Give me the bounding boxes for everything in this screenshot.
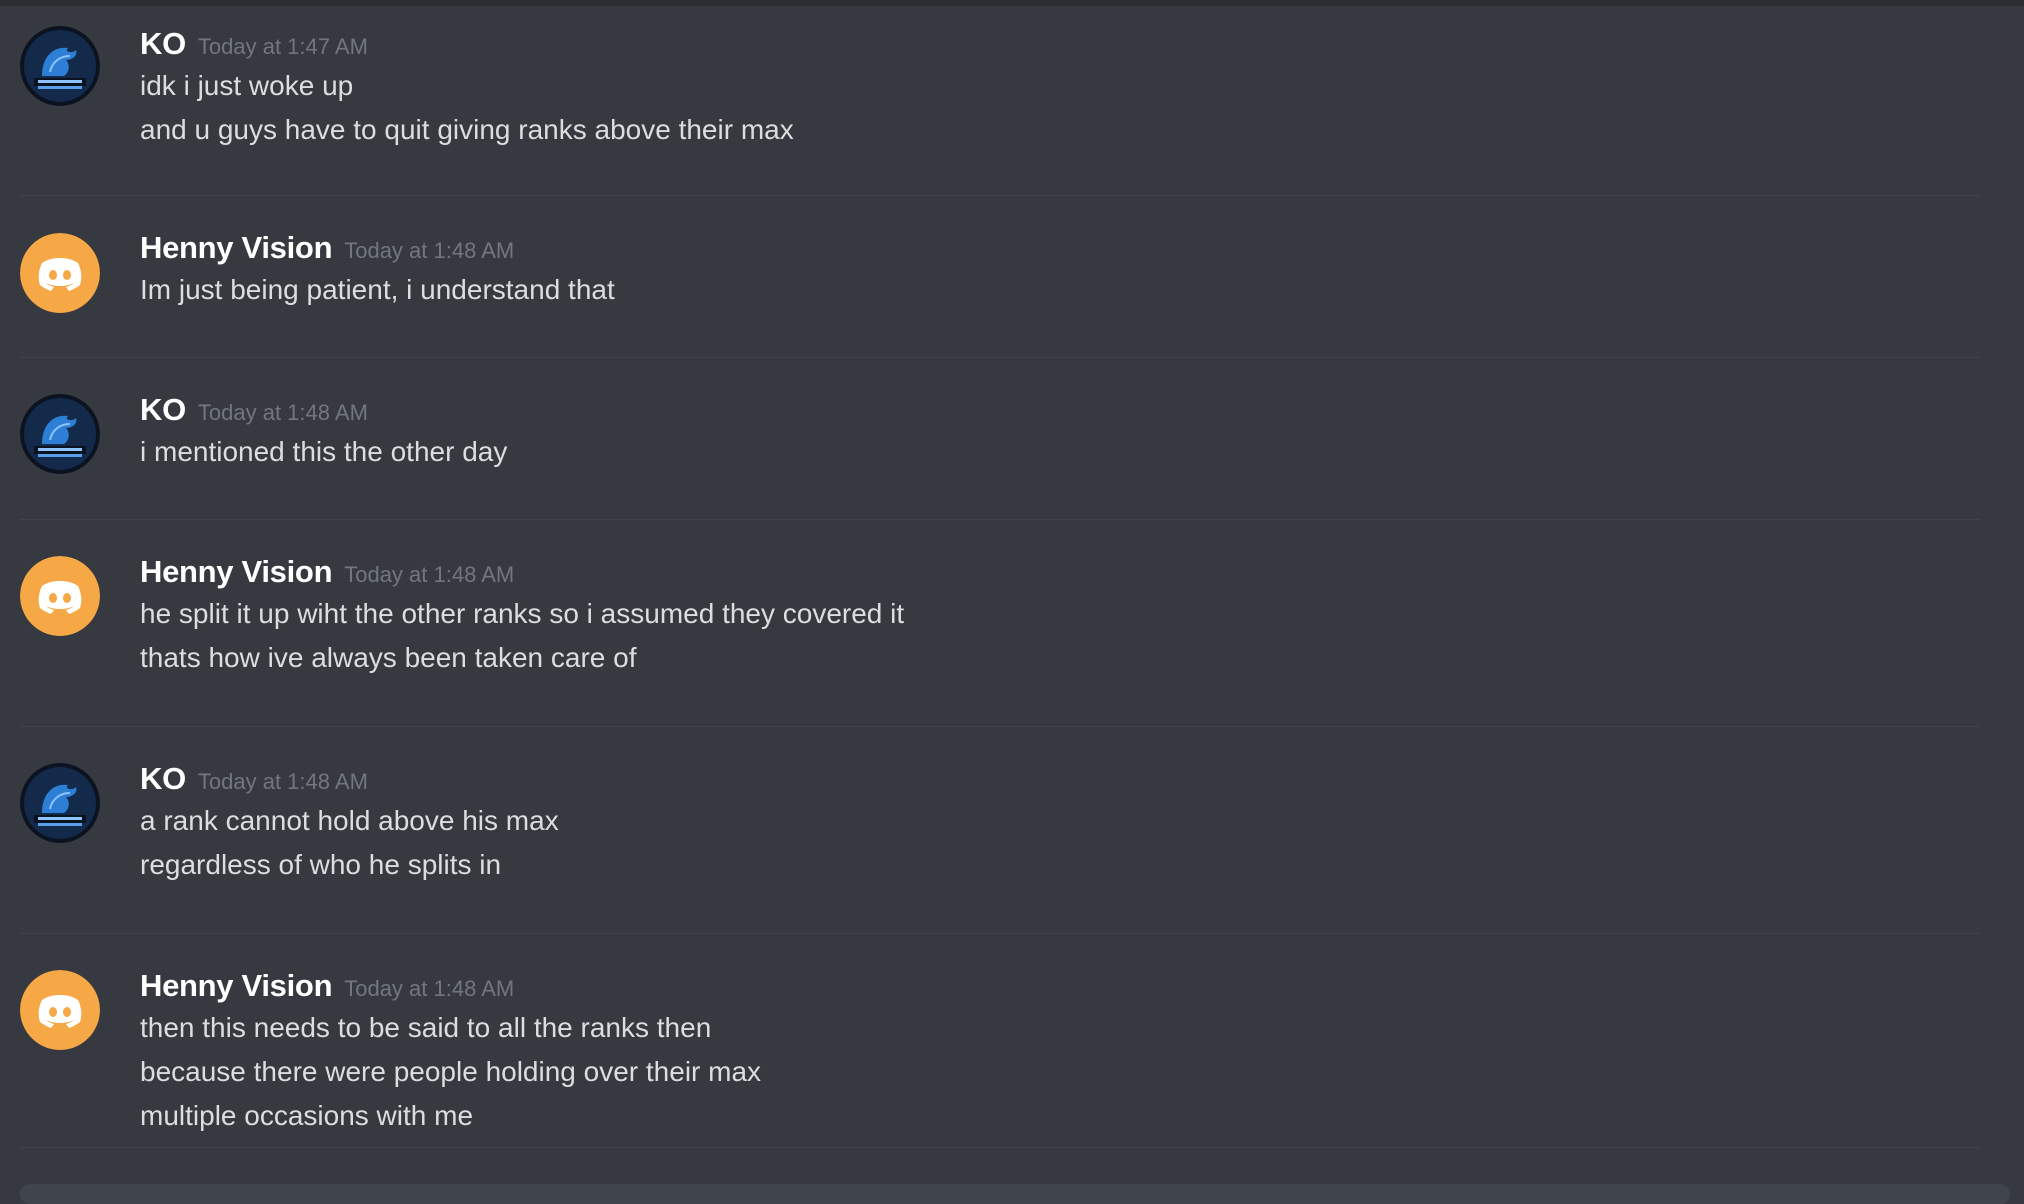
username[interactable]: Henny Vision [140, 554, 333, 590]
message-timestamp[interactable]: Today at 1:48 AM [198, 769, 368, 795]
discord-default-avatar-icon[interactable] [20, 233, 100, 313]
username[interactable]: KO [140, 392, 186, 428]
discord-default-avatar-icon[interactable] [20, 970, 100, 1050]
message-group: KO Today at 1:48 AM a rank cannot hold a… [20, 727, 1980, 934]
message-header: Henny Vision Today at 1:48 AM [140, 968, 1980, 1004]
message-text: regardless of who he splits in [140, 849, 502, 880]
username[interactable]: KO [140, 26, 186, 62]
message-text: Im just being patient, i understand that [140, 274, 615, 305]
message-timestamp[interactable]: Today at 1:48 AM [198, 400, 368, 426]
message-group: KO Today at 1:48 AM i mentioned this the… [20, 358, 1980, 520]
message-text: thats how ive always been taken care of [140, 642, 637, 673]
message-group: Henny Vision Today at 1:48 AM Im just be… [20, 196, 1980, 358]
message-text: idk i just woke up [140, 70, 354, 101]
message-header: KO Today at 1:48 AM [140, 761, 1980, 797]
discord-default-avatar-icon[interactable] [20, 556, 100, 636]
message-header: Henny Vision Today at 1:48 AM [140, 554, 1980, 590]
message-list: KO Today at 1:47 AM idk i just woke up a… [20, 6, 1980, 1148]
message-composer[interactable] [20, 1184, 2010, 1204]
message-group: Henny Vision Today at 1:48 AM he split i… [20, 520, 1980, 727]
message-text: a rank cannot hold above his max [140, 805, 559, 836]
message-text: i mentioned this the other day [140, 436, 508, 467]
dragon-avatar-icon[interactable] [20, 26, 100, 106]
message-timestamp[interactable]: Today at 1:48 AM [344, 562, 514, 588]
message-header: KO Today at 1:48 AM [140, 392, 1980, 428]
message-text: because there were people holding over t… [140, 1056, 762, 1087]
message-header: Henny Vision Today at 1:48 AM [140, 230, 1980, 266]
message-text: he split it up wiht the other ranks so i… [140, 598, 905, 629]
message-text: and u guys have to quit giving ranks abo… [140, 114, 794, 145]
message-header: KO Today at 1:47 AM [140, 26, 1980, 62]
username[interactable]: Henny Vision [140, 968, 333, 1004]
message-group: Henny Vision Today at 1:48 AM then this … [20, 934, 1980, 1148]
message-text: multiple occasions with me [140, 1100, 474, 1131]
dragon-avatar-icon[interactable] [20, 763, 100, 843]
message-text: then this needs to be said to all the ra… [140, 1012, 712, 1043]
message-group: KO Today at 1:47 AM idk i just woke up a… [20, 6, 1980, 196]
username[interactable]: KO [140, 761, 186, 797]
message-timestamp[interactable]: Today at 1:48 AM [344, 238, 514, 264]
dragon-avatar-icon[interactable] [20, 394, 100, 474]
message-timestamp[interactable]: Today at 1:47 AM [198, 34, 368, 60]
username[interactable]: Henny Vision [140, 230, 333, 266]
message-timestamp[interactable]: Today at 1:48 AM [344, 976, 514, 1002]
